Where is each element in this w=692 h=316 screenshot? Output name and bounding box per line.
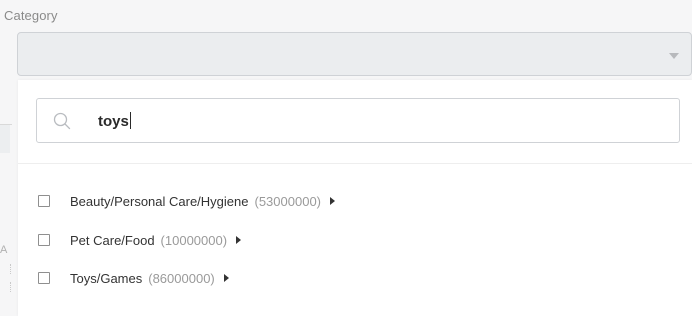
chevron-down-icon[interactable]	[669, 53, 679, 59]
search-query: toys	[98, 113, 129, 130]
background-dotted-edge	[10, 282, 12, 292]
option-count: (10000000)	[160, 232, 228, 248]
checkbox[interactable]	[38, 272, 50, 284]
caret-right-icon[interactable]	[223, 274, 229, 282]
category-select[interactable]	[17, 32, 692, 76]
checkbox[interactable]	[38, 234, 50, 246]
page: Category A toys Beauty/Personal Care/Hyg…	[0, 0, 692, 316]
background-field-edge	[0, 125, 10, 153]
option-label: Pet Care/Food	[70, 232, 155, 248]
list-item[interactable]: Pet Care/Food (10000000)	[38, 229, 242, 251]
text-cursor	[129, 112, 131, 129]
search-input-value[interactable]: toys	[98, 112, 131, 130]
category-label: Category	[4, 8, 58, 23]
option-label: Beauty/Personal Care/Hygiene	[70, 193, 249, 209]
option-count: (86000000)	[148, 270, 215, 286]
checkbox[interactable]	[38, 195, 50, 207]
caret-right-icon[interactable]	[236, 236, 242, 244]
list-item[interactable]: Beauty/Personal Care/Hygiene (53000000)	[38, 190, 335, 212]
background-label-fragment: A	[0, 244, 8, 256]
caret-right-icon[interactable]	[330, 197, 335, 205]
category-dropdown: toys Beauty/Personal Care/Hygiene (53000…	[18, 80, 692, 316]
option-count: (53000000)	[254, 193, 322, 209]
option-label: Toys/Games	[70, 270, 143, 286]
divider	[18, 163, 692, 164]
search-icon	[53, 112, 71, 130]
background-dotted-edge	[10, 264, 12, 274]
search-input[interactable]: toys	[36, 98, 680, 143]
list-item[interactable]: Toys/Games (86000000)	[38, 267, 229, 289]
